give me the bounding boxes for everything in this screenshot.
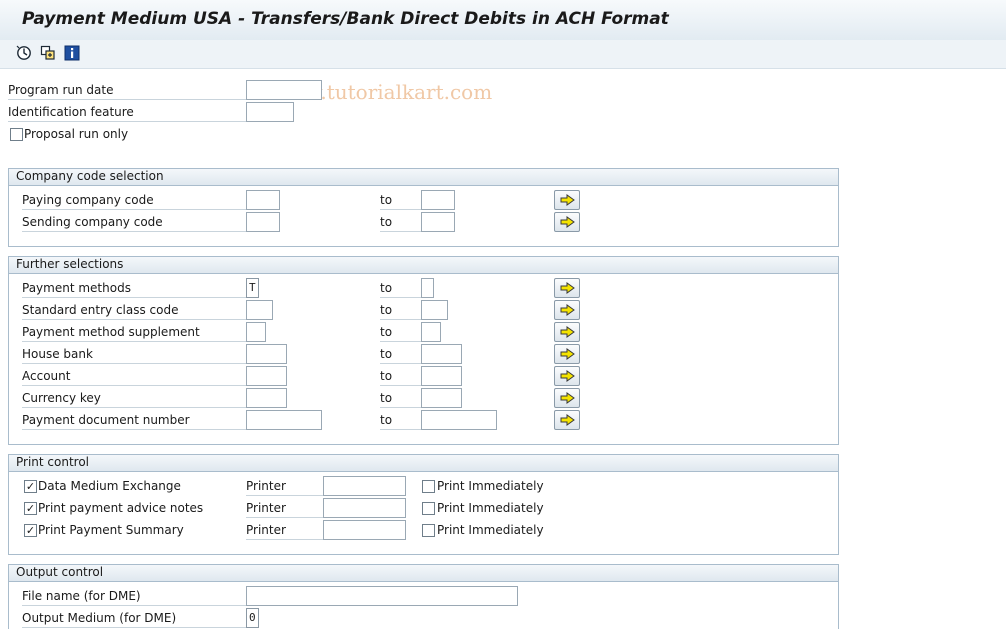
dme-printer-label: Printer (246, 476, 323, 496)
account-to-label: to (380, 366, 421, 386)
output-medium-label: Output Medium (for DME) (22, 608, 246, 628)
file-name-input[interactable] (246, 586, 518, 606)
payment-methods-to-input[interactable] (421, 278, 434, 298)
sending-company-multiple-button[interactable] (554, 212, 580, 232)
run-date-label: Program run date (8, 80, 246, 100)
application-toolbar: © www.tutorialkart.com (0, 40, 1006, 104)
currency-key-from-input[interactable] (246, 388, 287, 408)
advice-print-immediately-label[interactable]: Print Immediately (437, 498, 544, 518)
arrow-right-icon (560, 326, 575, 338)
payment-summary-checkbox[interactable]: ✓ (24, 524, 37, 537)
currency-key-multiple-button[interactable] (554, 388, 580, 408)
paying-company-multiple-button[interactable] (554, 190, 580, 210)
payment-methods-multiple-button[interactable] (554, 278, 580, 298)
info-icon[interactable] (64, 45, 80, 61)
proposal-run-checkbox[interactable] (10, 128, 23, 141)
payment-doc-number-multiple-button[interactable] (554, 410, 580, 430)
arrow-right-icon (560, 304, 575, 316)
summary-printer-input[interactable] (323, 520, 406, 540)
print-control-group-title: Print control (9, 455, 838, 472)
arrow-right-icon (560, 216, 575, 228)
advice-printer-input[interactable] (323, 498, 406, 518)
payment-methods-to-label: to (380, 278, 421, 298)
house-bank-multiple-button[interactable] (554, 344, 580, 364)
paying-company-label: Paying company code (22, 190, 246, 210)
sec-code-label: Standard entry class code (22, 300, 246, 320)
method-supplement-to-label: to (380, 322, 421, 342)
id-feature-label: Identification feature (8, 102, 246, 122)
sec-code-from-input[interactable] (246, 300, 273, 320)
dme-print-label[interactable]: Data Medium Exchange (38, 476, 181, 496)
account-multiple-button[interactable] (554, 366, 580, 386)
currency-key-to-label: to (380, 388, 421, 408)
arrow-right-icon (560, 282, 575, 294)
output-medium-input[interactable]: 0 (246, 608, 259, 628)
summary-print-immediately-label[interactable]: Print Immediately (437, 520, 544, 540)
currency-key-to-input[interactable] (421, 388, 462, 408)
title-bar: Payment Medium USA - Transfers/Bank Dire… (0, 0, 1006, 41)
house-bank-label: House bank (22, 344, 246, 364)
sending-company-to-input[interactable] (421, 212, 455, 232)
arrow-right-icon (560, 348, 575, 360)
advice-printer-label: Printer (246, 498, 323, 518)
method-supplement-from-input[interactable] (246, 322, 266, 342)
copy-variant-icon[interactable] (40, 45, 56, 61)
output-control-group-title: Output control (9, 565, 838, 582)
advice-notes-checkbox[interactable]: ✓ (24, 502, 37, 515)
summary-printer-label: Printer (246, 520, 323, 540)
execute-icon[interactable] (16, 45, 32, 61)
currency-key-label: Currency key (22, 388, 246, 408)
sec-code-multiple-button[interactable] (554, 300, 580, 320)
advice-notes-label[interactable]: Print payment advice notes (38, 498, 203, 518)
payment-summary-label[interactable]: Print Payment Summary (38, 520, 184, 540)
file-name-label: File name (for DME) (22, 586, 246, 606)
paying-company-to-input[interactable] (421, 190, 455, 210)
account-label: Account (22, 366, 246, 386)
house-bank-to-label: to (380, 344, 421, 364)
payment-methods-from-input[interactable]: T (246, 278, 259, 298)
advice-print-immediately-checkbox[interactable] (422, 502, 435, 515)
further-selections-group-title: Further selections (9, 257, 838, 274)
arrow-right-icon (560, 414, 575, 426)
arrow-right-icon (560, 194, 575, 206)
payment-methods-label: Payment methods (22, 278, 246, 298)
paying-company-from-input[interactable] (246, 190, 280, 210)
arrow-right-icon (560, 392, 575, 404)
run-date-input[interactable] (246, 80, 322, 100)
sending-company-to-label: to (380, 212, 421, 232)
house-bank-to-input[interactable] (421, 344, 462, 364)
payment-doc-number-to-label: to (380, 410, 421, 430)
company-code-group-title: Company code selection (9, 169, 838, 186)
sending-company-label: Sending company code (22, 212, 246, 232)
payment-doc-number-to-input[interactable] (421, 410, 497, 430)
arrow-right-icon (560, 370, 575, 382)
dme-print-immediately-label[interactable]: Print Immediately (437, 476, 544, 496)
method-supplement-multiple-button[interactable] (554, 322, 580, 342)
proposal-run-label[interactable]: Proposal run only (24, 124, 128, 144)
page-title: Payment Medium USA - Transfers/Bank Dire… (22, 9, 669, 29)
dme-print-immediately-checkbox[interactable] (422, 480, 435, 493)
dme-printer-input[interactable] (323, 476, 406, 496)
sec-code-to-input[interactable] (421, 300, 448, 320)
paying-company-to-label: to (380, 190, 421, 210)
id-feature-input[interactable] (246, 102, 294, 122)
method-supplement-to-input[interactable] (421, 322, 441, 342)
payment-doc-number-from-input[interactable] (246, 410, 322, 430)
account-to-input[interactable] (421, 366, 462, 386)
summary-print-immediately-checkbox[interactable] (422, 524, 435, 537)
dme-print-checkbox[interactable]: ✓ (24, 480, 37, 493)
account-from-input[interactable] (246, 366, 287, 386)
sending-company-from-input[interactable] (246, 212, 280, 232)
house-bank-from-input[interactable] (246, 344, 287, 364)
sec-code-to-label: to (380, 300, 421, 320)
payment-doc-number-label: Payment document number (22, 410, 246, 430)
method-supplement-label: Payment method supplement (22, 322, 246, 342)
